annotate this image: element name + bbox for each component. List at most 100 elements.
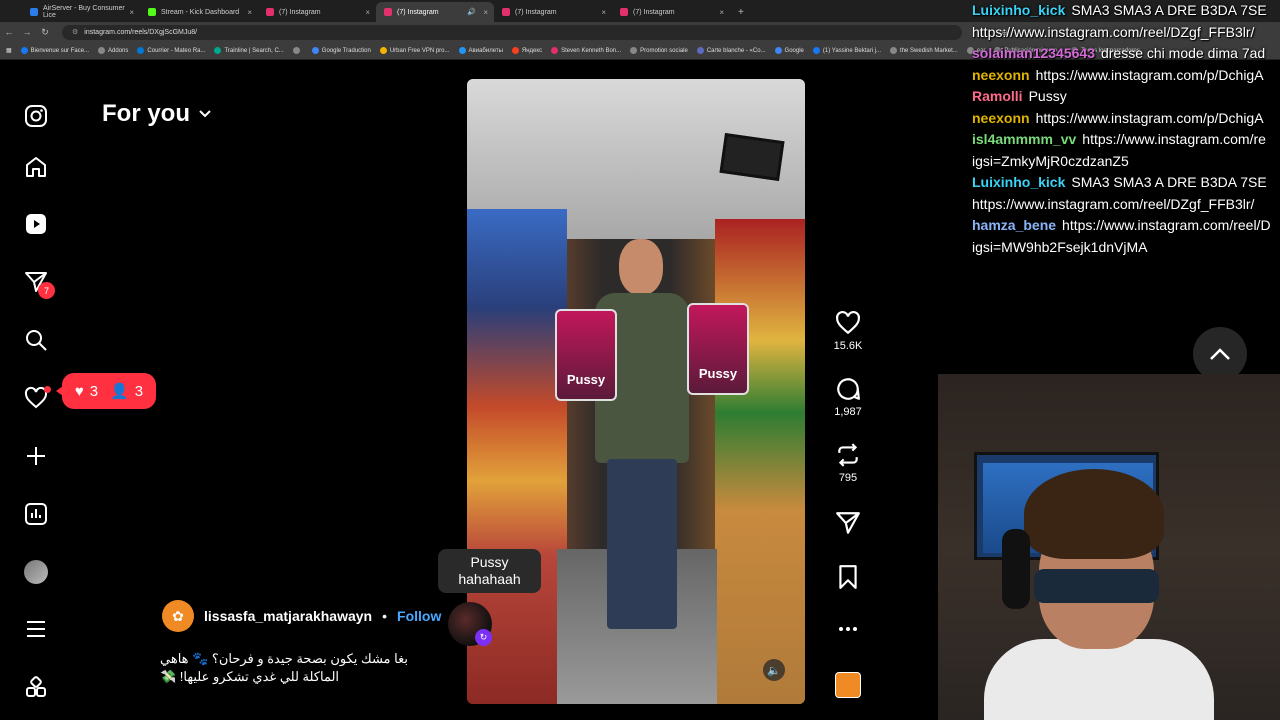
bookmark-item[interactable] xyxy=(292,47,303,54)
instagram-logo-icon[interactable] xyxy=(20,100,52,132)
tab-favicon-icon xyxy=(620,8,628,16)
bookmark-label: (1) Yassine Bektari j... xyxy=(822,47,882,54)
heart-icon: ♥ xyxy=(74,382,84,400)
bookmark-item[interactable]: Urban Free VPN pro... xyxy=(379,47,450,54)
comment-bubble-icon[interactable] xyxy=(826,376,870,402)
reload-icon[interactable]: ↻ xyxy=(36,27,54,38)
bookmark-item[interactable]: Trainline | Search, C... xyxy=(214,47,284,54)
bookmark-item[interactable]: Яндекс xyxy=(511,47,542,54)
bookmark-favicon-icon xyxy=(551,47,559,54)
back-icon[interactable]: ← xyxy=(0,27,18,37)
browser-tab[interactable]: (7) Instagram 🔊 × xyxy=(376,2,494,22)
chat-message: igsi=ZmkyMjR0czdzanZ5 xyxy=(972,151,1280,173)
tab-favicon-icon xyxy=(30,8,38,16)
save-action[interactable] xyxy=(826,564,870,590)
bookmark-item[interactable]: (1) Yassine Bektari j... xyxy=(812,47,882,54)
profile-avatar[interactable] xyxy=(24,560,48,584)
streamer-webcam xyxy=(938,374,1280,720)
chevron-up-icon xyxy=(1210,348,1230,360)
chat-text: https://www.instagram.com/reel/DZgf_FFB3… xyxy=(972,195,1255,212)
chat-text: https://www.instagram.com/re xyxy=(1082,131,1266,147)
bookmark-item[interactable]: Steven Kenneth Bon... xyxy=(551,47,621,54)
bookmark-favicon-icon xyxy=(696,47,704,54)
chat-text: SMA3 SMA3 A DRE B3DA 7SE xyxy=(1071,174,1267,190)
url-text: instagram.com/reels/DXgjScGMJu8/ xyxy=(84,28,198,36)
tab-close-icon[interactable]: × xyxy=(483,8,488,17)
notification-dot xyxy=(44,386,51,393)
browser-tab[interactable]: (7) Instagram × xyxy=(494,2,612,22)
audio-thumbnail[interactable] xyxy=(835,672,861,698)
tab-label: AirServer - Buy Consumer Lice xyxy=(43,5,125,19)
tab-audio-icon[interactable]: 🔊 xyxy=(467,8,476,16)
caption-line1: بغا مشك يكون بصحة جيدة و فرحان؟ 🐾 هاهي xyxy=(160,651,408,666)
repost-icon[interactable] xyxy=(826,442,870,468)
home-icon[interactable] xyxy=(20,151,52,183)
bookmark-item[interactable]: Google xyxy=(774,47,804,54)
bookmark-item[interactable]: Addons xyxy=(98,47,128,54)
chat-username: Ramolli xyxy=(972,88,1023,104)
chat-message: Luixinho_kick SMA3 SMA3 A DRE B3DA 7SE xyxy=(972,172,1280,194)
person-icon: 👤 xyxy=(110,383,129,400)
bookmark-item[interactable]: Авиабилеты xyxy=(458,47,503,54)
bookmark-favicon-icon xyxy=(214,47,222,54)
tab-label: (7) Instagram xyxy=(515,8,557,16)
url-field[interactable]: ⚙ instagram.com/reels/DXgjScGMJu8/ xyxy=(62,24,962,40)
browser-tab[interactable]: (7) Instagram × xyxy=(258,2,376,22)
bookmark-item[interactable]: Bienvenue sur Face... xyxy=(20,47,90,54)
webcam-person xyxy=(984,469,1214,720)
forward-icon[interactable]: → xyxy=(18,27,36,37)
scroll-up-button[interactable] xyxy=(1193,327,1247,381)
search-icon[interactable] xyxy=(20,324,52,356)
bookmark-icon[interactable] xyxy=(826,564,870,590)
chat-message: igsi=MW9hb2Fsejk1dnVjMA xyxy=(972,237,1280,259)
comment-action[interactable]: 1,987 xyxy=(826,376,870,418)
chat-text: https://www.instagram.com/reel/D xyxy=(1062,217,1271,233)
new-tab-icon[interactable]: + xyxy=(738,7,744,18)
browser-tab[interactable]: Stream - Kick Dashboard × xyxy=(140,2,258,22)
dashboard-icon[interactable] xyxy=(20,498,52,530)
tab-close-icon[interactable]: × xyxy=(247,8,252,17)
chat-text: https://www.instagram.com/p/DchigA xyxy=(1035,66,1264,83)
share-action[interactable] xyxy=(826,510,870,536)
bookmark-item[interactable]: Google Traduction xyxy=(311,47,371,54)
tab-close-icon[interactable]: × xyxy=(365,8,370,17)
chat-message: neexonn https://www.instagram.com/p/Dchig… xyxy=(972,108,1280,130)
tab-close-icon[interactable]: × xyxy=(129,8,134,17)
bookmark-favicon-icon xyxy=(20,47,28,54)
more-apps-icon[interactable] xyxy=(20,671,52,703)
create-plus-icon[interactable] xyxy=(20,440,52,472)
author-avatar[interactable]: ✿ xyxy=(162,600,194,632)
bookmark-label: Bienvenue sur Face... xyxy=(30,47,90,54)
bookmark-label: Авиабилеты xyxy=(468,47,503,54)
like-action[interactable]: 15.6K xyxy=(826,310,870,352)
apps-icon[interactable]: ▦ xyxy=(6,47,12,54)
chat-username: Luixinho_kick xyxy=(972,174,1066,190)
reels-icon[interactable] xyxy=(20,208,52,240)
tab-close-icon[interactable]: × xyxy=(719,8,724,17)
mute-icon[interactable]: 🔈 xyxy=(763,659,785,681)
browser-tab[interactable]: AirServer - Buy Consumer Lice × xyxy=(22,2,140,22)
browser-tab[interactable]: (7) Instagram × xyxy=(612,2,730,22)
bookmark-item[interactable]: Courrier - Mateo Ra... xyxy=(137,47,205,54)
tab-close-icon[interactable]: × xyxy=(601,8,606,17)
bookmark-item[interactable]: Promotion sociale xyxy=(630,47,688,54)
more-options-icon[interactable] xyxy=(826,616,870,642)
repost-count: 795 xyxy=(838,472,858,484)
bookmark-favicon-icon xyxy=(774,47,782,54)
menu-icon[interactable] xyxy=(20,613,52,645)
tab-favicon-icon xyxy=(266,8,274,16)
notification-popup[interactable]: ♥ 3 👤 3 xyxy=(56,373,156,409)
share-send-icon[interactable] xyxy=(826,510,870,536)
comment-count: 1,987 xyxy=(834,406,862,418)
follow-button[interactable]: Follow xyxy=(397,608,441,624)
author-username[interactable]: lissasfa_matjarakhawayn xyxy=(204,608,372,624)
for-you-dropdown[interactable]: For you xyxy=(102,100,212,128)
chat-message: neexonn https://www.instagram.com/p/Dchig… xyxy=(972,65,1280,87)
chat-message: Luixinho_kick SMA3 SMA3 A DRE B3DA 7SE xyxy=(972,0,1280,22)
repost-action[interactable]: 795 xyxy=(826,442,870,484)
reel-video[interactable]: Pussy Pussy 🔈 xyxy=(467,79,805,704)
bookmark-item[interactable]: the Swedish Market... xyxy=(890,47,958,54)
bookmark-item[interactable]: Carte blanche - «Co... xyxy=(696,47,766,54)
like-heart-icon[interactable] xyxy=(826,310,870,336)
site-info-icon[interactable]: ⚙ xyxy=(72,28,78,36)
